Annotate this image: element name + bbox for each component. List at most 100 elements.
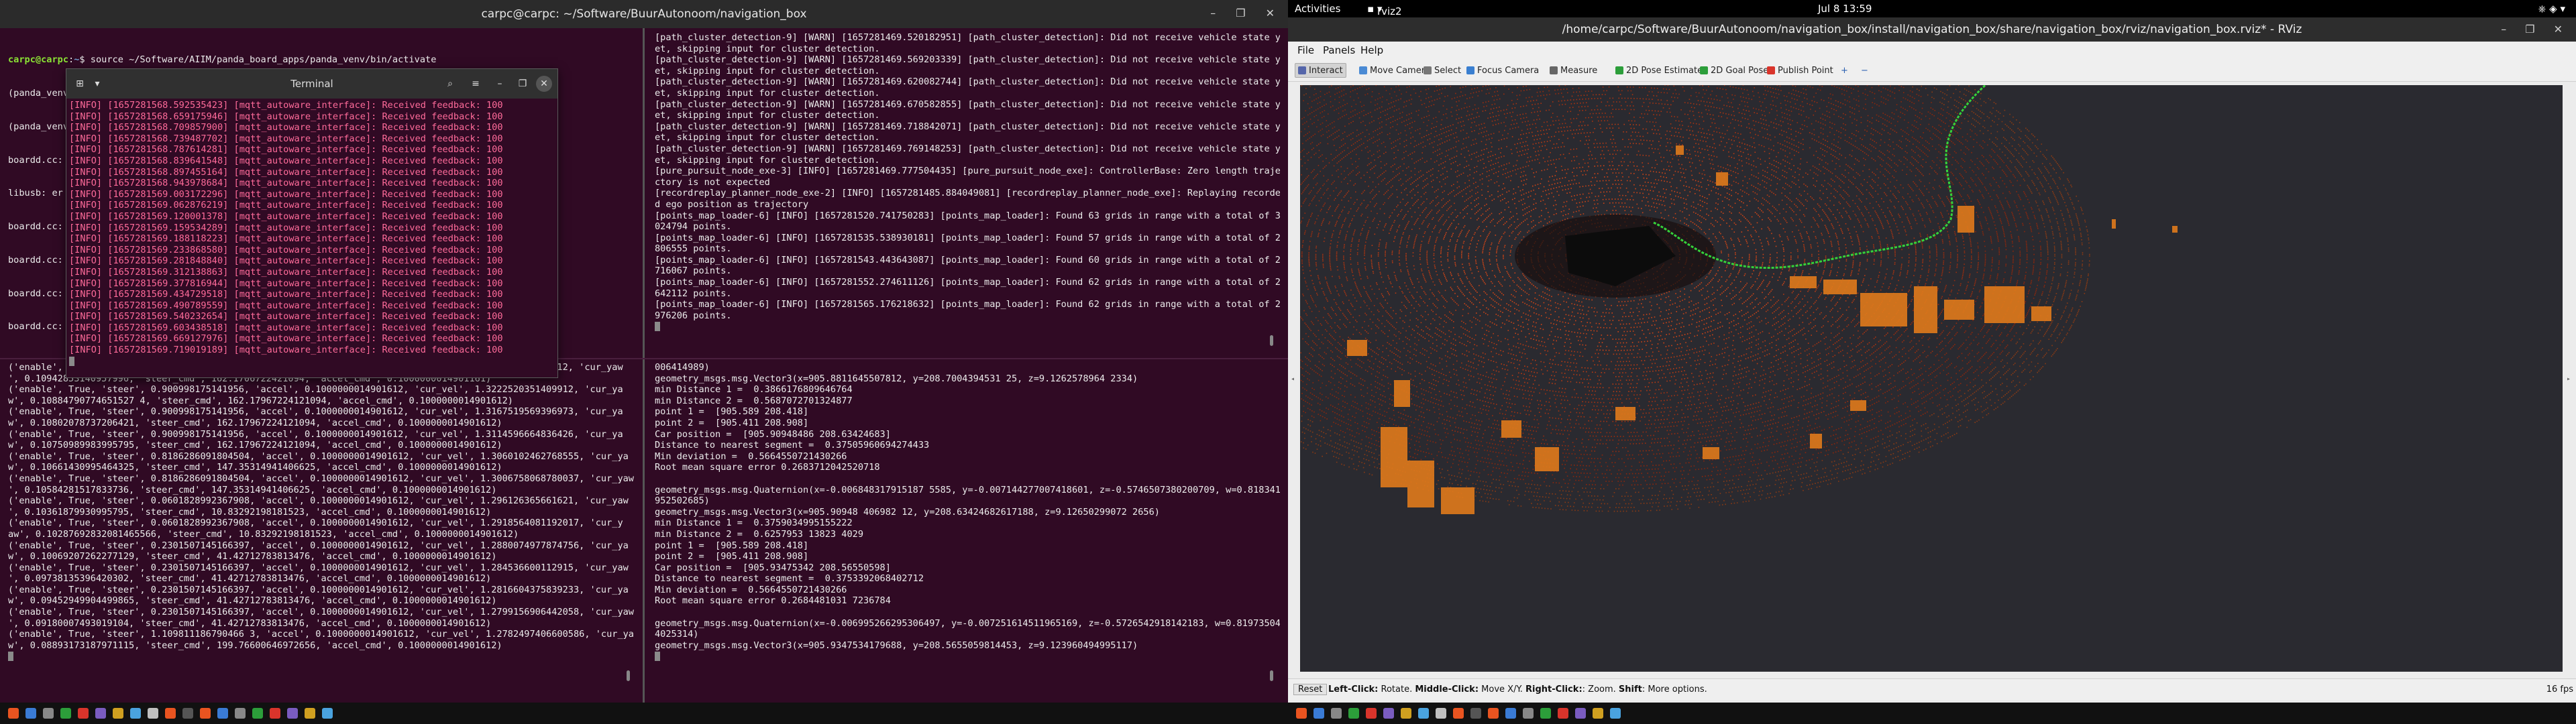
scrollbar[interactable] [1270,335,1273,346]
remove-tool-button[interactable]: − [1858,63,1871,78]
close-button[interactable]: ✕ [2554,23,2563,36]
taskbar-app-icon[interactable] [1296,708,1307,719]
system-tray[interactable]: ⎈ ◈ ▾ [2538,3,2565,15]
taskbar-app-icon[interactable] [1401,708,1411,719]
minimize-button[interactable]: – [2501,23,2506,36]
taskbar-app-icon[interactable] [182,708,193,719]
tool-interact[interactable]: Interact [1295,63,1346,78]
taskbar-app-icon[interactable] [1488,708,1499,719]
taskbar-app-icon[interactable] [217,708,228,719]
log-line: [recordreplay_planner_node_exe-2] [INFO]… [655,188,1280,199]
taskbar-app-icon[interactable] [148,708,158,719]
taskbar-app-icon[interactable] [252,708,263,719]
left-monitor: carpc@carpc: ~/Software/BuurAutonoom/nav… [0,0,1288,724]
taskbar-app-icon[interactable] [130,708,141,719]
taskbar-app-icon[interactable] [1593,708,1603,719]
building-block [1703,447,1719,459]
vertical-pane-divider[interactable] [643,28,645,703]
3d-render-viewport[interactable] [1300,85,2563,672]
terminal-pane-top-right[interactable]: [path_cluster_detection-9] [WARN] [16572… [655,32,1280,354]
floating-terminal-output[interactable]: [INFO] [1657281568.592535423] [mqtt_auto… [69,100,555,375]
add-tool-button[interactable]: + [1838,63,1851,78]
taskbar-app-icon[interactable] [43,708,54,719]
taskbar-app-icon[interactable] [270,708,280,719]
hamburger-menu-icon[interactable]: ≡ [468,76,484,92]
taskbar-app-icon[interactable] [235,708,246,719]
pointcloud-scene[interactable] [1300,85,2563,672]
left-dock-handle[interactable]: ◂ [1291,375,1295,383]
floating-terminal-window[interactable]: ⊞ ▾ Terminal ⌕ ≡ – ❐ ✕ [INFO] [165728156… [66,68,558,378]
log-line: [INFO] [1657281569.281848840] [mqtt_auto… [69,255,503,267]
taskbar-app-icon[interactable] [1348,708,1359,719]
taskbar-app-icon[interactable] [322,708,333,719]
building-block [1407,461,1434,507]
taskbar-app-icon[interactable] [1523,708,1534,719]
terminal-pane-bottom-left[interactable]: ('enable', True, 'steer', 0.900998175144… [8,362,639,697]
tool-label: Select [1434,65,1462,76]
minimize-icon[interactable]: – [492,76,508,92]
taskbar-app-icon[interactable] [1313,708,1324,719]
taskbar-app-icon[interactable] [200,708,211,719]
log-line: [INFO] [1657281569.188118223] [mqtt_auto… [69,233,503,245]
maximize-button[interactable]: ❐ [2525,23,2534,36]
taskbar-app-icon[interactable] [1383,708,1394,719]
taskbar-app-icon[interactable] [8,708,19,719]
taskbar-app-icon[interactable] [78,708,89,719]
app-menu[interactable]: ▪ rviz2 ▾ [1367,3,1402,17]
reset-button[interactable]: Reset [1293,684,1328,695]
floating-terminal-header[interactable]: ⊞ ▾ Terminal ⌕ ≡ – ❐ ✕ [66,69,557,99]
log-line: 716067 points. [655,265,732,277]
log-line: [path_cluster_detection-9] [WARN] [16572… [655,121,1280,132]
log-line: ctory is not expected [655,176,770,188]
scrollbar[interactable] [1270,670,1273,681]
taskbar-app-icon[interactable] [1470,708,1481,719]
log-line: [INFO] [1657281569.003172296] [mqtt_auto… [69,188,503,200]
minimize-button[interactable]: – [1210,7,1216,19]
log-line: [INFO] [1657281569.603438518] [mqtt_auto… [69,322,503,333]
log-line: min Distance 2 = 0.6257953 13823 4029 [655,528,863,540]
taskbar-app-icon[interactable] [1505,708,1516,719]
search-icon[interactable]: ⌕ [442,76,458,92]
tool-select[interactable]: Select [1421,63,1464,78]
menu-panels[interactable]: Panels [1323,44,1355,56]
tool-focus-camera[interactable]: Focus Camera [1464,63,1542,78]
taskbar-app-icon[interactable] [1436,708,1446,719]
clock[interactable]: Jul 8 13:59 [1818,3,1872,15]
menu-file[interactable]: File [1297,44,1314,56]
taskbar-app-icon[interactable] [305,708,315,719]
log-line: 4025314) [655,629,699,640]
scrollbar[interactable] [627,670,630,681]
taskbar-app-icon[interactable] [95,708,106,719]
tool-measure[interactable]: Measure [1547,63,1600,78]
taskbar-app-icon[interactable] [1453,708,1464,719]
taskbar-app-icon[interactable] [1575,708,1586,719]
taskbar-app-icon[interactable] [25,708,36,719]
taskbar-app-icon[interactable] [1366,708,1377,719]
taskbar-app-icon[interactable] [165,708,176,719]
tool-goal-pose[interactable]: 2D Goal Pose [1697,63,1771,78]
log-line: 806555 points. [655,243,732,255]
close-icon[interactable]: ✕ [536,76,552,92]
terminal-pane-bottom-right[interactable]: 006414989) geometry_msgs.msg.Vector3(x=90… [655,362,1280,697]
activities-button[interactable]: Activities [1295,3,1340,15]
menu-help[interactable]: Help [1360,44,1383,56]
taskbar-app-icon[interactable] [113,708,123,719]
taskbar-app-icon[interactable] [1610,708,1621,719]
taskbar-app-icon[interactable] [1540,708,1551,719]
taskbar-app-icon[interactable] [1558,708,1568,719]
close-button[interactable]: ✕ [1266,7,1275,19]
taskbar-app-icon[interactable] [287,708,298,719]
rviz-status-bar: Reset Left-Click: Rotate. Middle-Click: … [1288,678,2576,700]
maximize-icon[interactable]: ❐ [515,76,531,92]
taskbar-app-icon[interactable] [1331,708,1342,719]
goal-pose-icon [1700,66,1708,74]
tool-publish-point[interactable]: Publish Point [1764,63,1836,78]
right-dock-handle[interactable]: ▸ [2567,375,2571,383]
tool-pose-estimate[interactable]: 2D Pose Estimate [1613,63,1705,78]
maximize-button[interactable]: ❐ [1236,7,1245,19]
building-block [1850,400,1866,411]
building-block [1957,206,1974,233]
fps-counter: 16 fps [2546,684,2573,695]
taskbar-app-icon[interactable] [1418,708,1429,719]
taskbar-app-icon[interactable] [60,708,71,719]
